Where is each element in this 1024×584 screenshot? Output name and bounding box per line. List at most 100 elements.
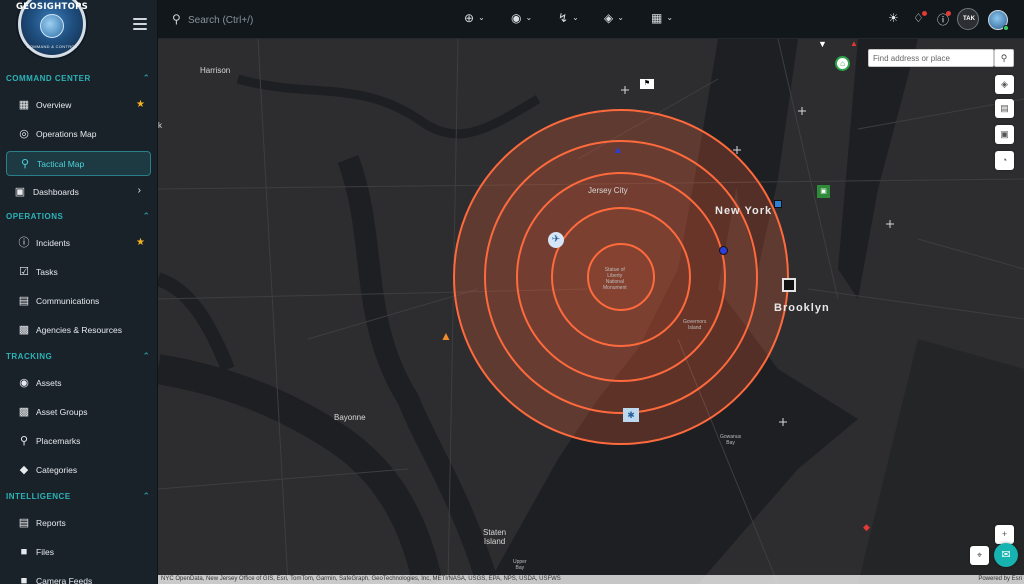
sidebar-item-communications[interactable]: ▤ Communications (6, 289, 151, 314)
print-icon[interactable]: ▤ (995, 99, 1014, 118)
map-basemap (158, 39, 1024, 584)
tak-button[interactable]: TAK (957, 8, 979, 30)
locate-icon[interactable]: ⌖ (970, 546, 989, 565)
logo[interactable]: GEOSIGHTOPS COMMAND & CONTROL (16, 0, 88, 62)
chevron-up-icon[interactable]: ⌃ (142, 73, 150, 84)
pin-icon: ⚲ (20, 158, 30, 170)
eye-icon[interactable]: ◉ ⌄ (511, 11, 532, 29)
sidebar-item-dashboards[interactable]: ▣ Dashboards › (6, 180, 151, 205)
red-marker-icon[interactable]: ▲ (850, 39, 858, 49)
sidebar-item-operations-map[interactable]: ◎ Operations Map (6, 122, 151, 147)
apps-grid-icon[interactable]: ▦ ⌄ (651, 11, 673, 29)
sidebar-item-categories[interactable]: ◆ Categories (6, 458, 151, 483)
sidebar-item-label: Files (36, 547, 54, 557)
section-title: OPERATIONS (6, 212, 64, 221)
app-window: GEOSIGHTOPS COMMAND & CONTROL COMMAND CE… (0, 0, 1024, 584)
star-icon[interactable]: ★ (136, 237, 145, 248)
top-bar: ⚲ ⊕⌄ ◉⌄ ↯⌄ ◈⌄ ▦⌄ ☀ ♢ ⓘ TAK (158, 0, 1024, 39)
camera-icon: ■ (20, 575, 28, 584)
blue-dot-marker-icon[interactable] (719, 246, 728, 255)
section-command-center[interactable]: COMMAND CENTER ⌃ (0, 73, 157, 87)
chat-icon[interactable]: ✉ (994, 543, 1018, 567)
building-marker-icon[interactable] (782, 278, 796, 292)
chevron-right-icon: › (137, 185, 141, 196)
sidebar-item-label: Agencies & Resources (36, 325, 122, 335)
notification-badge (922, 11, 927, 16)
square-marker-icon[interactable] (774, 200, 782, 208)
chevron-up-icon[interactable]: ⌃ (142, 211, 150, 222)
folder-icon: ■ (20, 546, 28, 558)
sidebar-item-agencies[interactable]: ▩ Agencies & Resources (6, 318, 151, 343)
map-label-jersey-city: Jersey City (588, 186, 628, 195)
star-icon[interactable]: ★ (136, 99, 145, 110)
chevron-up-icon[interactable]: ⌃ (142, 491, 150, 502)
checklist-icon: ☑ (19, 266, 29, 278)
search-icon[interactable]: ⚲ (994, 49, 1014, 67)
chevron-down-icon: ⌄ (572, 13, 579, 22)
chevron-down-icon: ⌄ (666, 13, 674, 22)
map-view[interactable]: Harrison k Jersey City New York Brooklyn… (158, 39, 1024, 584)
route-icon[interactable]: ↯ ⌄ (558, 11, 579, 29)
sidebar-item-label: Categories (36, 465, 78, 475)
chevron-up-icon[interactable]: ⌃ (142, 351, 150, 362)
search-input[interactable] (188, 10, 388, 30)
sidebar-item-asset-groups[interactable]: ▩ Asset Groups (6, 400, 151, 425)
alert-badge (946, 11, 951, 16)
alert-icon: ⓘ (18, 237, 30, 249)
history-icon[interactable]: ◔ (995, 151, 1014, 170)
zoom-in-icon[interactable]: + (995, 525, 1014, 544)
sidebar-item-incidents[interactable]: ⓘ Incidents ★ (6, 231, 151, 256)
warning-marker-icon[interactable]: ▲ (440, 330, 452, 342)
layers-icon[interactable]: ◈ ⌄ (604, 11, 624, 29)
sidebar-item-reports[interactable]: ▤ Reports (6, 511, 151, 536)
section-title: INTELLIGENCE (6, 492, 71, 501)
sidebar-item-label: Dashboards (33, 187, 79, 197)
grid-icon: ▦ (18, 99, 30, 111)
sidebar-item-overview[interactable]: ▦ Overview ★ (6, 93, 151, 118)
map-label-staten-island: Staten Island (483, 528, 507, 546)
incident-marker-icon[interactable]: ✱ (623, 408, 639, 422)
placemark-icon: ⚲ (19, 435, 29, 447)
sidebar-item-label: Assets (36, 378, 62, 388)
green-marker-icon[interactable]: ▣ (817, 185, 830, 198)
menu-toggle-icon[interactable] (133, 18, 147, 30)
layers-icon[interactable]: ◈ (995, 75, 1014, 94)
sidebar-item-label: Operations Map (36, 129, 97, 139)
map-label-new-york: New York (715, 205, 773, 217)
lock-icon[interactable]: ▣ (995, 125, 1014, 144)
online-status-dot (1003, 25, 1009, 31)
sidebar-item-assets[interactable]: ◉ Assets (6, 371, 151, 396)
tak-label: TAK (963, 16, 975, 22)
sidebar-item-label: Incidents (36, 238, 71, 248)
chevron-down-icon: ⌄ (478, 13, 485, 22)
sidebar-item-tactical-map[interactable]: ⚲ Tactical Map (6, 151, 151, 176)
add-location-icon[interactable]: ⊕ ⌄ (464, 11, 485, 29)
sidebar-item-label: Tactical Map (37, 159, 85, 169)
red-diamond-marker-icon[interactable]: ◆ (863, 522, 870, 532)
marker-icon[interactable]: ▼ (818, 39, 827, 49)
map-label-harrison: Harrison (200, 66, 231, 75)
place-search-input[interactable] (868, 49, 994, 67)
green-house-marker-icon[interactable]: ⌂ (835, 56, 850, 71)
sidebar-item-placemarks[interactable]: ⚲ Placemarks (6, 429, 151, 454)
sidebar-item-camera-feeds[interactable]: ■ Camera Feeds (6, 569, 151, 584)
section-title: COMMAND CENTER (6, 74, 91, 83)
aircraft-marker-icon[interactable]: ✈ (548, 232, 564, 248)
map-label-edge: k (158, 121, 162, 130)
sidebar-item-files[interactable]: ■ Files (6, 540, 151, 565)
map-attribution: NYC OpenData, New Jersey Office of GIS, … (158, 575, 1024, 584)
tag-icon: ◆ (19, 464, 29, 476)
triangle-marker-icon[interactable]: ▲ (613, 146, 623, 156)
theme-sun-icon[interactable]: ☀ (888, 11, 899, 25)
logo-subtitle: COMMAND & CONTROL (26, 44, 78, 49)
map-label-bayonne: Bayonne (334, 413, 366, 422)
section-operations[interactable]: OPERATIONS ⌃ (0, 211, 157, 225)
sidebar-item-tasks[interactable]: ☑ Tasks (6, 260, 151, 285)
section-intelligence[interactable]: INTELLIGENCE ⌃ (0, 491, 157, 505)
flag-marker-icon[interactable]: ⚑ (640, 79, 654, 89)
sidebar-item-label: Communications (36, 296, 100, 306)
building-icon: ▩ (18, 324, 30, 336)
target-icon: ◉ (19, 377, 29, 389)
section-tracking[interactable]: TRACKING ⌃ (0, 351, 157, 365)
monitor-icon: ▣ (14, 186, 26, 198)
